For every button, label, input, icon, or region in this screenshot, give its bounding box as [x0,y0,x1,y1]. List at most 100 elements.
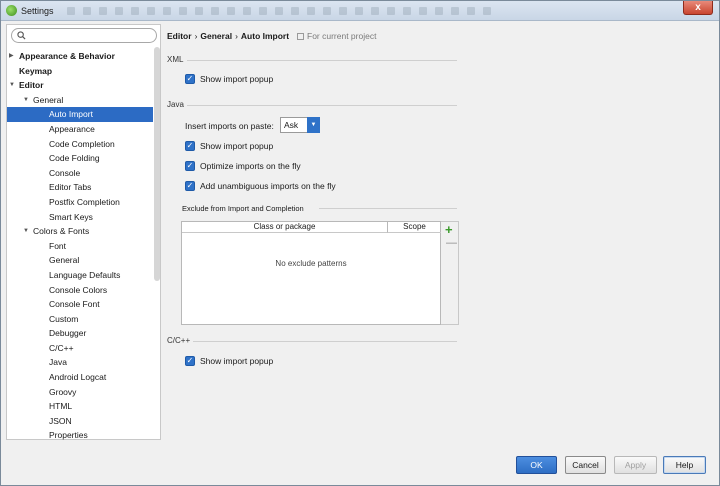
sidebar-item[interactable]: Language Defaults [7,268,153,283]
ok-button[interactable]: OK [516,456,557,474]
sidebar-item-label: Android Logcat [49,372,107,383]
remove-icon[interactable]: — [446,237,457,249]
sidebar-item[interactable]: Code Completion [7,137,153,152]
java-section-label: Java [167,100,184,109]
sidebar-item-label: HTML [49,401,73,412]
checkbox-checked-icon[interactable]: ✓ [185,356,195,366]
sidebar-item-label: Smart Keys [49,211,93,222]
sidebar-item-label: Language Defaults [49,269,121,280]
breadcrumb: Editor › General › Auto Import [167,31,289,41]
java-show-import-popup[interactable]: ✓ Show import popup [185,140,273,152]
sidebar-item[interactable]: Custom [7,312,153,327]
exclude-patterns-table[interactable]: Class or package Scope No exclude patter… [181,221,441,325]
sidebar-item-label: Groovy [49,386,77,397]
breadcrumb-separator: › [235,31,238,41]
background-toolbar [67,7,491,15]
sidebar-item-label: Keymap [19,65,53,76]
sidebar-item-label: Code Folding [49,153,100,164]
sidebar-item-label: Properties [49,430,88,441]
sidebar-item-label: Colors & Fonts [33,226,90,237]
column-header-class[interactable]: Class or package [182,222,388,233]
auto-import-panel: Editor › General › Auto Import For current p… [167,24,715,442]
sidebar-scrollbar[interactable] [154,47,160,281]
expand-down-icon[interactable]: ▼ [9,78,15,93]
sidebar-item[interactable]: Font [7,239,153,254]
exclude-divider [319,208,457,209]
project-scope-icon [297,33,304,40]
column-header-scope[interactable]: Scope [388,222,441,233]
sidebar-item-label: General [49,255,80,266]
close-button[interactable]: x [683,1,713,15]
insert-imports-value: Ask [284,120,299,130]
sidebar-item[interactable]: ▼ Colors & Fonts [7,224,153,239]
window-title: Settings [21,6,54,16]
expand-down-icon[interactable]: ▼ [23,93,29,108]
search-input[interactable] [30,30,152,41]
sidebar-item-label: Custom [49,313,79,324]
java-show-import-popup-label: Show import popup [200,141,274,151]
cpp-show-import-popup-label: Show import popup [200,356,274,366]
add-icon[interactable]: + [445,222,453,237]
sidebar-item[interactable]: ▶ Appearance & Behavior [7,49,153,64]
checkbox-checked-icon[interactable]: ✓ [185,141,195,151]
settings-sidebar: ▶ Appearance & Behavior Keymap ▼ Editor ▼ Gene… [6,24,161,440]
sidebar-item[interactable]: Android Logcat [7,370,153,385]
sidebar-item-label: JSON [49,415,72,426]
help-button[interactable]: Help [663,456,706,474]
sidebar-item[interactable]: Code Folding [7,151,153,166]
sidebar-item-label: Console [49,167,81,178]
sidebar-item[interactable]: JSON [7,414,153,429]
sidebar-item-label: C/C++ [49,342,74,353]
sidebar-item-label: Appearance & Behavior [19,51,115,61]
breadcrumb-editor: Editor [167,31,192,41]
sidebar-item[interactable]: Editor Tabs [7,180,153,195]
sidebar-item-label: Postfix Completion [49,196,120,207]
optimize-imports-label: Optimize imports on the fly [200,161,301,171]
sidebar-item[interactable]: Groovy [7,385,153,400]
breadcrumb-auto-import: Auto Import [240,31,290,41]
cpp-section-label: C/C++ [167,336,191,345]
sidebar-item[interactable]: General [7,253,153,268]
sidebar-item[interactable]: Java [7,355,153,370]
apply-button[interactable]: Apply [614,456,657,474]
sidebar-item[interactable]: Console Font [7,297,153,312]
sidebar-item[interactable]: Properties [7,428,153,443]
sidebar-item[interactable]: Debugger [7,326,153,341]
checkbox-checked-icon[interactable]: ✓ [185,74,195,84]
insert-imports-select[interactable]: Ask ▼ [280,117,320,133]
sidebar-item[interactable]: ▼ Editor [7,78,153,93]
sidebar-item[interactable]: ▼ General [7,93,153,108]
sidebar-item-label: Editor Tabs [49,182,92,193]
search-icon [17,31,26,40]
sidebar-item[interactable]: C/C++ [7,341,153,356]
settings-window: Settings x ▶ Appearance & Behavior Keymap ▼… [0,0,720,486]
settings-search[interactable] [11,28,157,43]
sidebar-item-label: Editor [19,80,44,91]
sidebar-item-label: Appearance [49,123,95,134]
sidebar-item[interactable]: Console [7,166,153,181]
sidebar-item-label: Debugger [49,328,87,339]
chevron-down-icon[interactable]: ▼ [307,117,320,133]
xml-section-label: XML [167,55,184,64]
expand-down-icon[interactable]: ▼ [23,224,29,239]
expand-right-icon[interactable]: ▶ [9,49,14,64]
checkbox-checked-icon[interactable]: ✓ [185,161,195,171]
cancel-button[interactable]: Cancel [565,456,606,474]
sidebar-item[interactable]: Keymap [7,64,153,79]
sidebar-item[interactable]: Smart Keys [7,210,153,225]
sidebar-item[interactable]: Auto Import [7,107,153,122]
sidebar-item-label: Font [49,240,67,251]
sidebar-item-label: General [33,94,64,105]
project-scope-note: For current project [297,31,376,41]
cpp-show-import-popup[interactable]: ✓ Show import popup [185,355,273,367]
cpp-divider [193,341,457,342]
optimize-imports-checkbox[interactable]: ✓ Optimize imports on the fly [185,160,301,172]
sidebar-item[interactable]: HTML [7,399,153,414]
sidebar-item[interactable]: Postfix Completion [7,195,153,210]
sidebar-item[interactable]: Appearance [7,122,153,137]
xml-show-import-popup[interactable]: ✓ Show import popup [185,73,273,85]
sidebar-item[interactable]: Console Colors [7,283,153,298]
breadcrumb-general: General [200,31,233,41]
add-unambiguous-checkbox[interactable]: ✓ Add unambiguous imports on the fly [185,180,336,192]
checkbox-checked-icon[interactable]: ✓ [185,181,195,191]
